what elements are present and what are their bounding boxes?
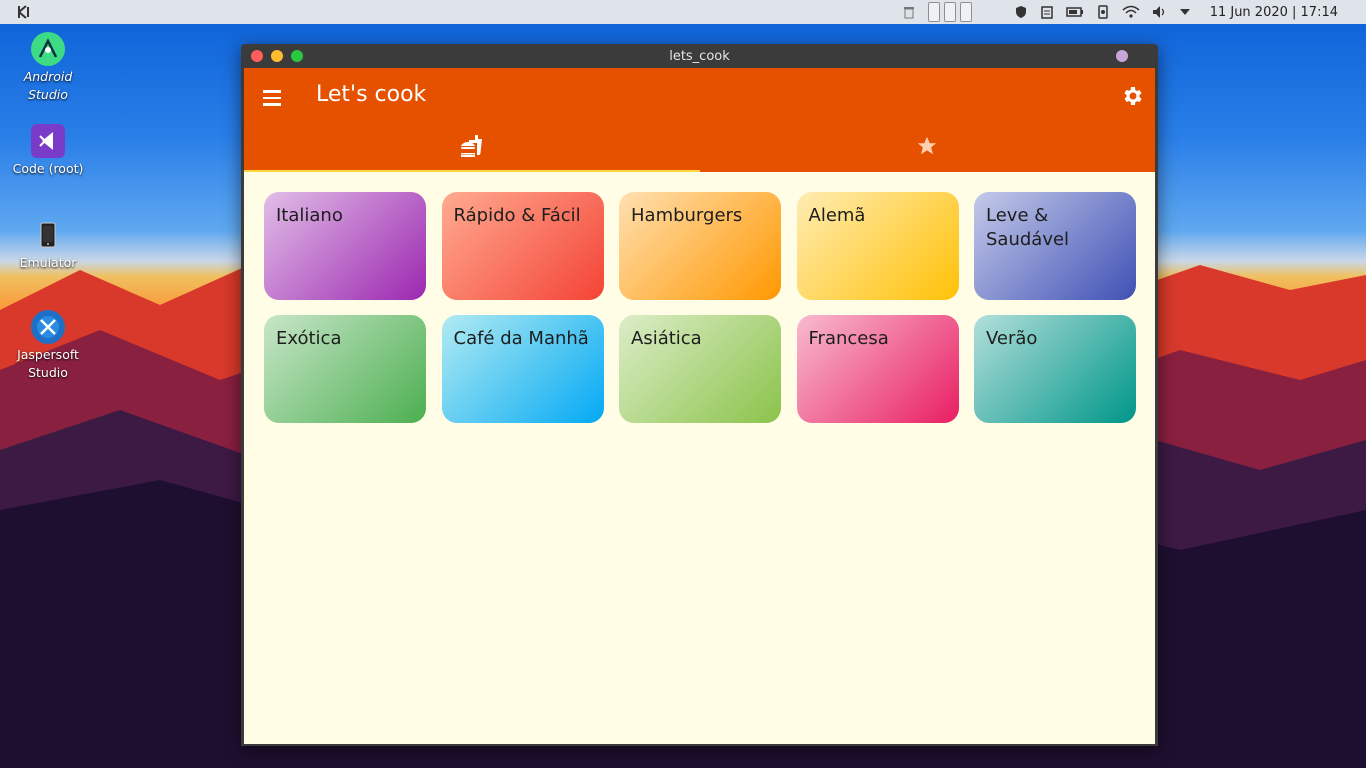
category-label: Leve & Saudável	[986, 205, 1070, 250]
category-card[interactable]: Hamburgers	[619, 192, 781, 300]
app-content: Let's cook Italiano Rápido & Fácil Hambu…	[244, 68, 1155, 744]
category-card[interactable]: Café da Manhã	[441, 315, 604, 423]
phone-icon	[31, 218, 65, 252]
battery-icon[interactable]	[1065, 5, 1084, 19]
app-window: lets_cook Let's cook Italiano Rápido & F…	[241, 44, 1158, 746]
category-label: Café da Manhã	[453, 328, 589, 349]
desktop-icon-label: Android Studio	[23, 69, 73, 102]
clipboard-icon[interactable]	[1040, 5, 1054, 19]
top-panel: 11 Jun 2020 | 17:14	[0, 0, 1366, 24]
category-card[interactable]: Rápido & Fácil	[441, 192, 604, 300]
close-button[interactable]	[251, 50, 263, 62]
page-title: Let's cook	[316, 82, 427, 107]
window-menu-button[interactable]	[1116, 50, 1128, 62]
menu-icon[interactable]	[260, 86, 284, 110]
clock[interactable]: 11 Jun 2020 | 17:14	[1210, 5, 1338, 20]
desktop-icon-label: Code (root)	[12, 161, 84, 176]
desktop-icon-label: Emulator	[19, 255, 77, 270]
desktop-1[interactable]	[927, 2, 940, 22]
desktop-icon-jaspersoft[interactable]: Jaspersoft Studio	[0, 310, 96, 382]
trash-icon[interactable]	[902, 5, 916, 19]
category-card[interactable]: Francesa	[796, 315, 959, 423]
category-label: Alemã	[808, 205, 866, 226]
category-card[interactable]: Alemã	[796, 192, 959, 300]
desktop-icon-emulator[interactable]: Emulator	[0, 218, 96, 272]
minimize-button[interactable]	[271, 50, 283, 62]
desktop-icon-code-root[interactable]: Code (root)	[0, 124, 96, 178]
expand-icon[interactable]	[1178, 5, 1192, 19]
desktop-3[interactable]	[959, 2, 972, 22]
window-title: lets_cook	[669, 48, 730, 64]
volume-icon[interactable]	[1152, 5, 1166, 19]
maximize-button[interactable]	[291, 50, 303, 62]
system-tray: 11 Jun 2020 | 17:14	[902, 0, 1366, 24]
desktop-icon-label: Jaspersoft Studio	[17, 347, 79, 380]
shield-icon[interactable]	[1014, 5, 1028, 19]
wifi-icon[interactable]	[1122, 5, 1140, 19]
tab-favorites[interactable]	[700, 124, 1156, 172]
tab-categories[interactable]	[244, 124, 700, 172]
virtual-desktop-pager[interactable]	[927, 2, 972, 22]
star-icon	[916, 135, 938, 161]
tab-bar	[244, 124, 1155, 172]
vscode-icon	[31, 124, 65, 158]
category-label: Hamburgers	[631, 205, 743, 226]
category-label: Italiano	[276, 205, 343, 226]
window-titlebar[interactable]: lets_cook	[241, 44, 1158, 68]
fastfood-icon	[460, 134, 484, 162]
device-icon[interactable]	[1096, 5, 1110, 19]
android-studio-icon	[31, 32, 65, 66]
gear-icon[interactable]	[1121, 84, 1145, 108]
category-card[interactable]: Italiano	[264, 192, 426, 300]
kde-menu-icon[interactable]	[12, 0, 36, 24]
jaspersoft-icon	[31, 310, 65, 344]
category-label: Asiática	[631, 328, 702, 349]
category-card[interactable]: Leve & Saudável	[974, 192, 1136, 300]
category-card[interactable]: Asiática	[619, 315, 781, 423]
category-card[interactable]: Verão	[974, 315, 1136, 423]
desktop-icon-android-studio[interactable]: Android Studio	[0, 32, 96, 104]
category-grid: Italiano Rápido & Fácil Hamburgers Alemã…	[264, 192, 1136, 423]
category-label: Rápido & Fácil	[453, 205, 581, 226]
category-label: Francesa	[808, 328, 889, 349]
category-label: Verão	[986, 328, 1038, 349]
category-label: Exótica	[276, 328, 342, 349]
category-card[interactable]: Exótica	[264, 315, 426, 423]
desktop-2[interactable]	[943, 2, 956, 22]
app-bar: Let's cook	[244, 68, 1155, 172]
